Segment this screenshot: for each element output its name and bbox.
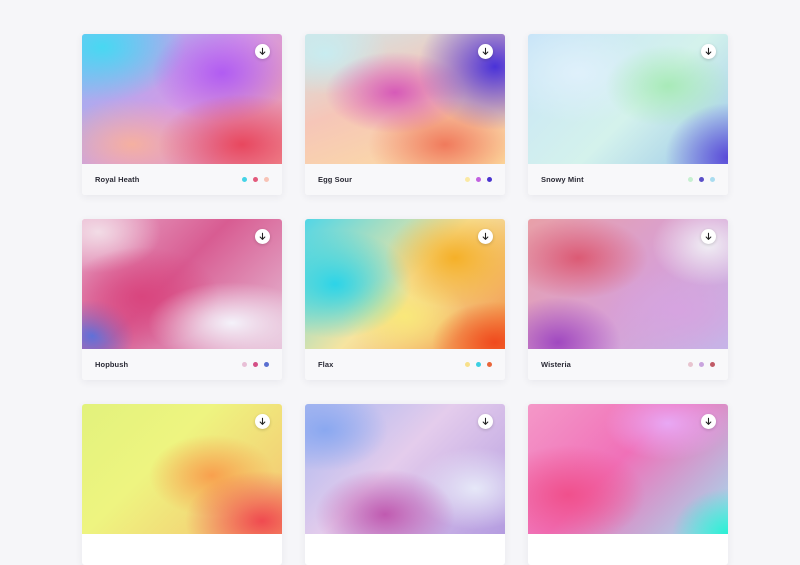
swatch-dot[interactable] [465,362,470,367]
gradient-preview[interactable] [305,219,505,349]
swatch-dot[interactable] [264,177,269,182]
color-swatches [242,177,269,182]
download-button[interactable] [255,414,270,429]
swatch-dot[interactable] [688,362,693,367]
gradient-card-egg-sour[interactable]: Egg Sour [305,34,505,195]
color-swatches [688,177,715,182]
swatch-dot[interactable] [264,362,269,367]
gradient-name: Wisteria [541,360,571,369]
gradient-card[interactable] [528,404,728,565]
gradient-card-royal-heath[interactable]: Royal Heath [82,34,282,195]
swatch-dot[interactable] [476,362,481,367]
gradient-preview[interactable] [305,34,505,164]
download-icon [258,417,267,426]
gradient-preview[interactable] [82,219,282,349]
swatch-dot[interactable] [253,362,258,367]
gradient-preview[interactable] [528,404,728,534]
gradient-name: Egg Sour [318,175,353,184]
card-footer: Wisteria [528,349,728,380]
gradient-preview[interactable] [82,34,282,164]
download-icon [481,232,490,241]
swatch-dot[interactable] [710,362,715,367]
swatch-dot[interactable] [487,362,492,367]
swatch-dot[interactable] [487,177,492,182]
download-button[interactable] [478,414,493,429]
card-footer: Snowy Mint [528,164,728,195]
color-swatches [465,362,492,367]
download-button[interactable] [255,44,270,59]
gradient-grid: Royal Heath Egg Sour Snowy Mint Hopbush … [82,34,728,565]
gradient-name: Royal Heath [95,175,140,184]
card-footer: Egg Sour [305,164,505,195]
color-swatches [242,362,269,367]
card-footer: Flax [305,349,505,380]
gradient-preview[interactable] [305,404,505,534]
gradient-card-snowy-mint[interactable]: Snowy Mint [528,34,728,195]
swatch-dot[interactable] [699,362,704,367]
download-button[interactable] [255,229,270,244]
download-button[interactable] [701,229,716,244]
download-button[interactable] [701,414,716,429]
download-button[interactable] [478,229,493,244]
card-footer: Hopbush [82,349,282,380]
download-icon [481,47,490,56]
swatch-dot[interactable] [476,177,481,182]
gradient-preview[interactable] [528,219,728,349]
swatch-dot[interactable] [242,177,247,182]
swatch-dot[interactable] [688,177,693,182]
swatch-dot[interactable] [242,362,247,367]
card-footer: Royal Heath [82,164,282,195]
swatch-dot[interactable] [253,177,258,182]
gradient-preview[interactable] [528,34,728,164]
gradient-card-wisteria[interactable]: Wisteria [528,219,728,380]
gradient-name: Flax [318,360,334,369]
download-icon [258,47,267,56]
gradient-preview[interactable] [82,404,282,534]
swatch-dot[interactable] [699,177,704,182]
download-icon [481,417,490,426]
gradient-card[interactable] [82,404,282,565]
gradient-card-hopbush[interactable]: Hopbush [82,219,282,380]
color-swatches [688,362,715,367]
download-button[interactable] [478,44,493,59]
swatch-dot[interactable] [465,177,470,182]
gradient-card-flax[interactable]: Flax [305,219,505,380]
download-icon [704,47,713,56]
download-icon [704,417,713,426]
gradient-name: Hopbush [95,360,129,369]
gradient-name: Snowy Mint [541,175,584,184]
download-button[interactable] [701,44,716,59]
gradient-card[interactable] [305,404,505,565]
swatch-dot[interactable] [710,177,715,182]
color-swatches [465,177,492,182]
download-icon [258,232,267,241]
download-icon [704,232,713,241]
